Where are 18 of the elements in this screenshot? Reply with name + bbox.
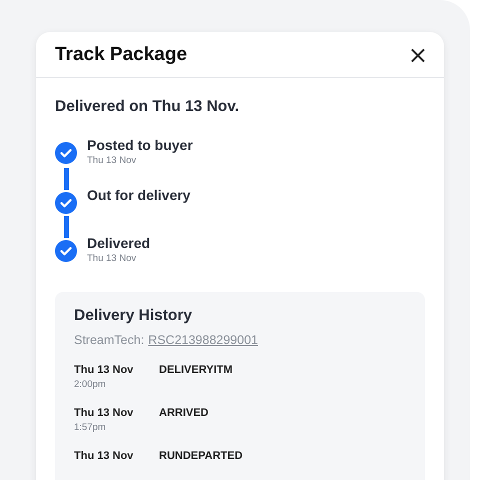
- event-date: Thu 13 Nov: [74, 364, 134, 376]
- event-status: RUNDEPARTED: [159, 450, 243, 462]
- step-date: Thu 13 Nov: [87, 155, 138, 166]
- step-label: Out for delivery: [87, 187, 190, 203]
- event-status: ARRIVED: [159, 407, 209, 421]
- history-title: Delivery History: [74, 307, 194, 325]
- event-date: Thu 13 Nov: [74, 407, 134, 419]
- event-status: DELIVERYITM: [159, 364, 233, 378]
- close-button[interactable]: ×: [404, 42, 432, 66]
- step-label: Delivered: [87, 235, 150, 251]
- step-date: Thu 13 Nov: [87, 253, 138, 264]
- event-time: 1:57pm: [74, 422, 107, 433]
- event-date: Thu 13 Nov: [74, 450, 134, 462]
- step-label: Posted to buyer: [87, 137, 193, 153]
- event-time: 2:00pm: [74, 379, 107, 390]
- dialog-title: Track Package: [55, 44, 188, 66]
- delivery-status: Delivered on Thu 13 Nov.: [55, 98, 240, 116]
- carrier-name: StreamTech:: [74, 333, 144, 347]
